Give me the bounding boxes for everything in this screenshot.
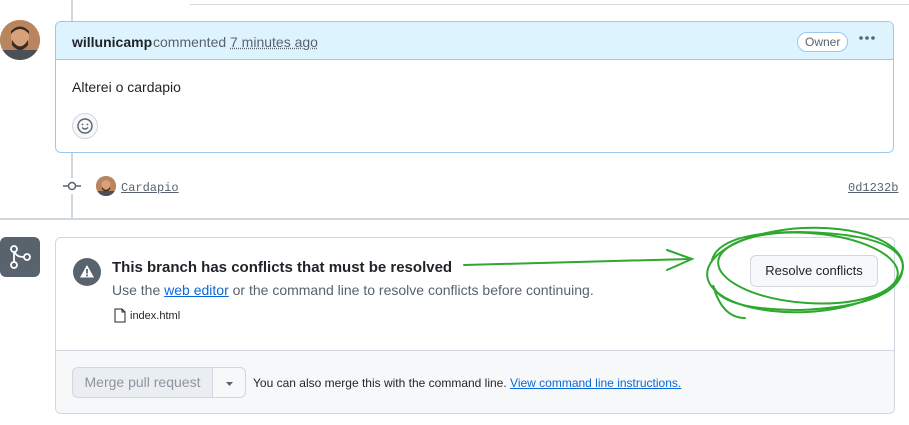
comment-body: Alterei o cardapio	[72, 79, 181, 95]
comment-timestamp[interactable]: 7 minutes ago	[230, 34, 318, 50]
merge-method-dropdown[interactable]	[213, 367, 246, 398]
comment-author[interactable]: willunicamp	[72, 34, 152, 50]
comment-header: willunicamp commented 7 minutes ago Owne…	[56, 22, 893, 60]
commit-sha-link[interactable]: 0d1232b	[848, 181, 898, 195]
conflicting-file: index.html	[130, 310, 181, 322]
smiley-icon	[77, 118, 93, 134]
triangle-down-icon	[226, 382, 233, 386]
conflict-description: Use the web editor or the command line t…	[112, 282, 594, 298]
git-commit-icon	[62, 178, 82, 194]
command-line-instructions-link[interactable]: View command line instructions.	[510, 376, 681, 390]
web-editor-link[interactable]: web editor	[164, 282, 229, 298]
merge-box: This branch has conflicts that must be r…	[55, 237, 895, 414]
merge-pull-request-button: Merge pull request	[72, 367, 213, 398]
add-reaction-button[interactable]	[72, 113, 98, 139]
comment-action: commented	[153, 34, 227, 50]
git-branch-icon	[0, 237, 40, 277]
file-icon	[114, 308, 126, 323]
author-avatar[interactable]	[0, 20, 40, 60]
timeline-divider	[0, 218, 909, 220]
resolve-conflicts-button[interactable]: Resolve conflicts	[750, 255, 878, 287]
comment-card: willunicamp commented 7 minutes ago Owne…	[55, 21, 894, 153]
kebab-horizontal-icon[interactable]	[857, 31, 877, 49]
conflict-desc-suffix: or the command line to resolve conflicts…	[228, 282, 594, 298]
commit-message-link[interactable]: Cardapio	[121, 181, 179, 195]
command-line-hint-text: You can also merge this with the command…	[253, 376, 511, 390]
conflict-title: This branch has conflicts that must be r…	[112, 259, 453, 276]
commit-author-avatar[interactable]	[96, 176, 116, 196]
timeline-top-border	[190, 0, 909, 5]
conflict-desc-prefix: Use the	[112, 282, 165, 298]
alert-icon	[73, 258, 101, 286]
owner-badge: Owner	[797, 32, 849, 52]
command-line-hint: You can also merge this with the command…	[253, 376, 681, 390]
